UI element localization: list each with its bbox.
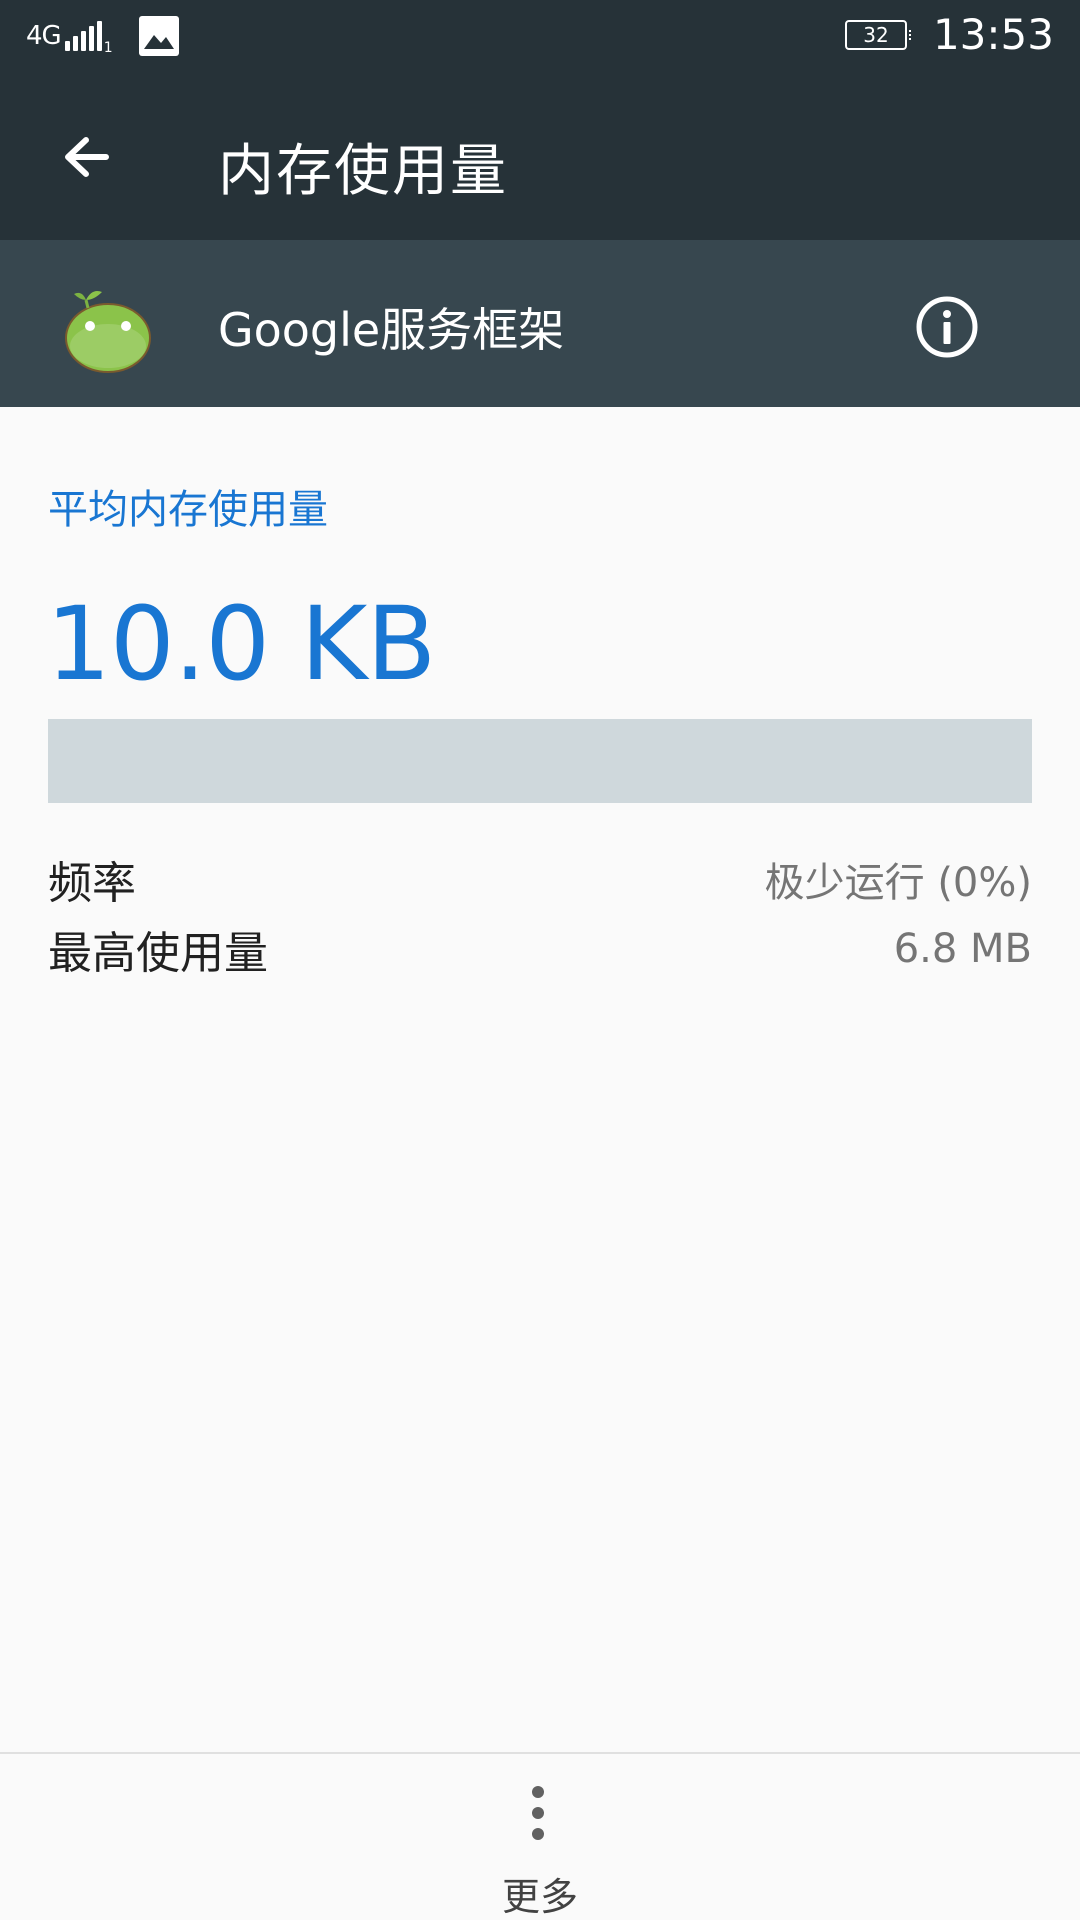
toolbar: 内存使用量 [0, 74, 1080, 240]
page-title: 内存使用量 [218, 139, 508, 204]
app-header: Google服务框架 [0, 240, 1080, 407]
battery-icon: 32 [844, 19, 911, 50]
max-usage-label: 最高使用量 [48, 928, 268, 979]
battery-level: 32 [863, 22, 889, 47]
frequency-value: 极少运行 (0%) [764, 860, 1032, 906]
more-button[interactable]: 更多 [480, 1770, 600, 1920]
signal-icon [64, 21, 105, 51]
frequency-row: 频率 极少运行 (0%) [48, 847, 1032, 911]
status-right: 32 13:53 [844, 10, 1054, 59]
app-info-button[interactable] [912, 292, 982, 362]
frequency-label: 频率 [48, 858, 136, 909]
usage-bar [48, 719, 1032, 803]
clock: 13:53 [932, 10, 1054, 59]
arrow-back-icon [65, 137, 109, 177]
network-type: 4G [26, 21, 62, 51]
more-label: 更多 [501, 1875, 578, 1919]
memory-usage-screen: 4G 1 32 13:53 内存使用量 Google服务框架 平均内存使用量 1… [0, 0, 1080, 1920]
max-usage-value: 6.8 MB [893, 926, 1032, 972]
app-name: Google服务框架 [218, 303, 565, 357]
info-icon [916, 296, 978, 358]
bottom-divider [0, 1752, 1080, 1754]
status-bar: 4G 1 32 13:53 [0, 0, 1080, 74]
sim-slot: 1 [103, 40, 113, 56]
section-label: 平均内存使用量 [48, 487, 328, 533]
more-vert-icon [532, 1786, 544, 1849]
max-usage-row: 最高使用量 6.8 MB [48, 917, 1032, 981]
status-left: 4G 1 [26, 16, 179, 56]
average-memory-value: 10.0 KB [46, 585, 436, 704]
gallery-icon [138, 16, 179, 56]
back-button[interactable] [48, 119, 124, 195]
android-app-icon [65, 291, 151, 373]
